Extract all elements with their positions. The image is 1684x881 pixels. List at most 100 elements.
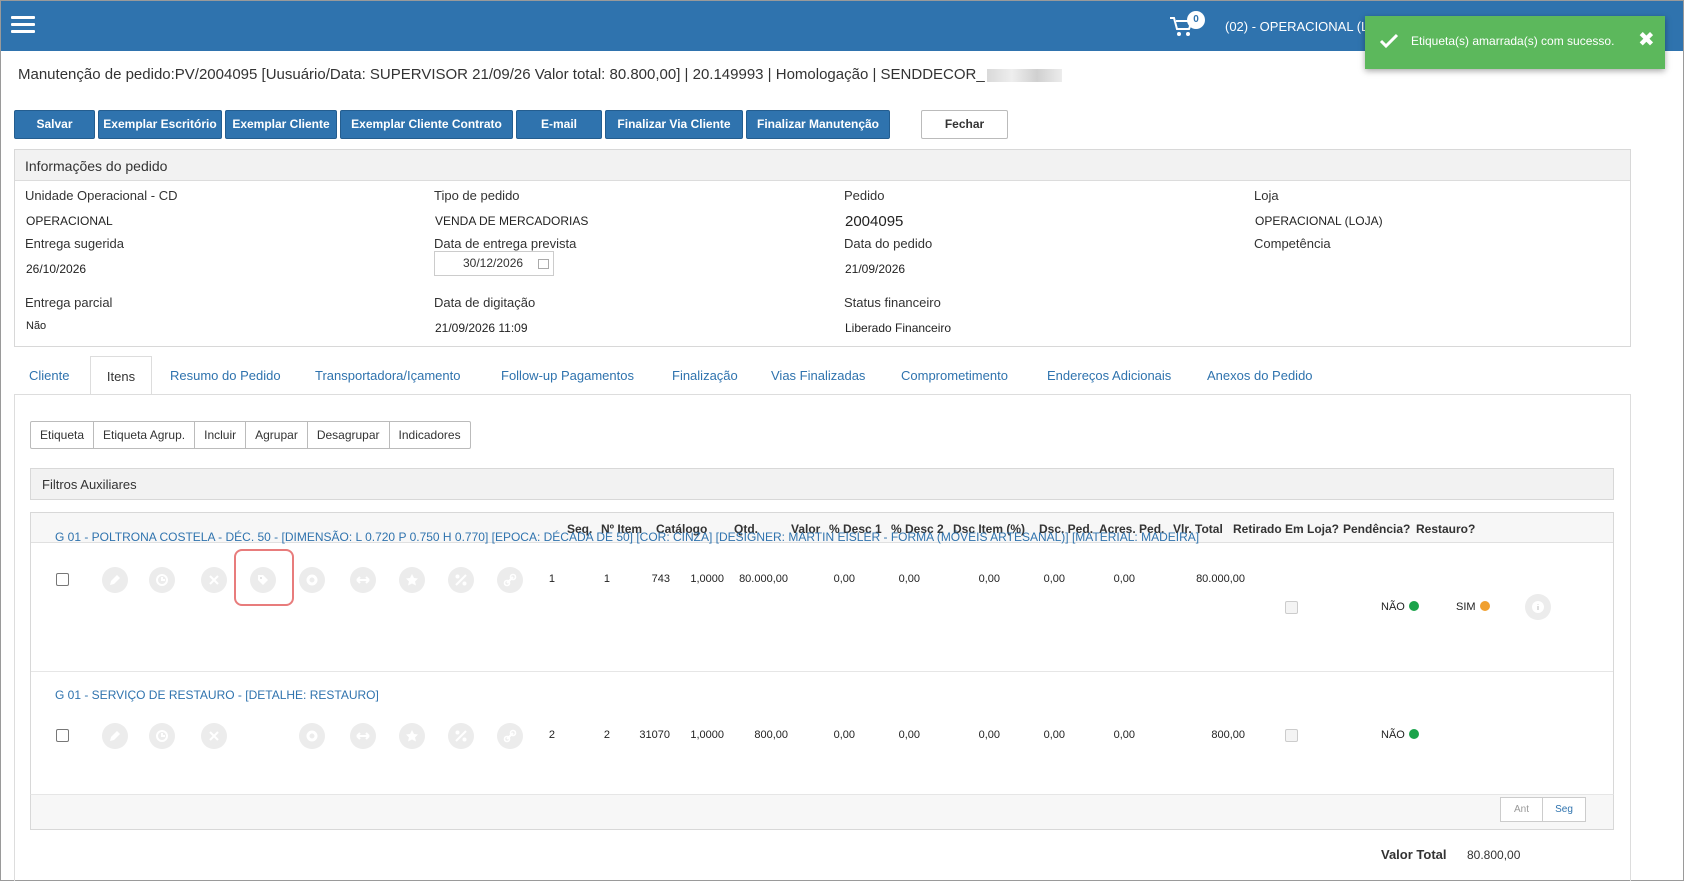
unidade-label: Unidade Operacional - CD (25, 188, 178, 203)
finalizar-manutencao-button[interactable]: Finalizar Manutenção (746, 110, 890, 139)
pagination: Ant Seg (1500, 797, 1586, 822)
row-1-valor: 80.000,00 (739, 573, 788, 585)
tab-comprometimento[interactable]: Comprometimento (901, 356, 1008, 395)
etiqueta-agrup-button[interactable]: Etiqueta Agrup. (94, 422, 196, 448)
page-title-text: Manutenção de pedido:PV/2004095 [Uusuári… (18, 66, 985, 83)
success-toast: Etiqueta(s) amarrada(s) com sucesso. ✖ (1365, 16, 1665, 69)
entrega-sugerida-value: 26/10/2026 (26, 262, 87, 276)
tab-resumo[interactable]: Resumo do Pedido (170, 356, 281, 395)
row-1-total: 80.000,00 (1196, 573, 1245, 585)
row-1-info-icon[interactable] (1525, 594, 1551, 620)
col-restauro[interactable]: Restauro? (1416, 522, 1475, 536)
col-pendencia[interactable]: Pendência? (1343, 522, 1410, 536)
data-pedido-value: 21/09/2026 (845, 262, 906, 276)
status-financeiro-value: Liberado Financeiro (845, 321, 952, 335)
close-button[interactable]: Fechar (921, 110, 1008, 139)
tab-anexos[interactable]: Anexos do Pedido (1207, 356, 1313, 395)
row-2-percent-icon[interactable] (448, 723, 474, 749)
tipo-value: VENDA DE MERCADORIAS (435, 214, 589, 228)
row-2-qtd: 1,0000 (690, 729, 724, 741)
row-2-history-icon[interactable] (149, 723, 175, 749)
row-2-star-icon[interactable] (399, 723, 425, 749)
row-1-tag-icon[interactable] (250, 567, 276, 593)
email-button[interactable]: E-mail (516, 110, 602, 139)
row-2-dsc-item: 0,00 (978, 729, 1000, 741)
prev-page-button[interactable]: Ant (1501, 798, 1543, 821)
order-info-header: Informações do pedido (15, 150, 1630, 181)
row-1-checkbox[interactable] (56, 573, 69, 586)
grid-footer (30, 794, 1614, 830)
tab-finalizacao[interactable]: Finalização (672, 356, 738, 395)
finalizar-via-cliente-button[interactable]: Finalizar Via Cliente (605, 110, 743, 139)
exemplar-escritorio-button[interactable]: Exemplar Escritório (98, 110, 222, 139)
row-2-checkbox[interactable] (56, 729, 69, 742)
etiqueta-button[interactable]: Etiqueta (31, 422, 95, 448)
row-2-title[interactable]: G 01 - SERVIÇO DE RESTAURO - [DETALHE: R… (55, 688, 379, 702)
row-1-title[interactable]: G 01 - POLTRONA COSTELA - DÉC. 50 - [DIM… (55, 530, 1199, 544)
indicadores-button[interactable]: Indicadores (390, 422, 470, 448)
tab-enderecos[interactable]: Endereços Adicionais (1047, 356, 1171, 395)
row-1-restauro: SIM (1456, 601, 1490, 613)
col-retirado[interactable]: Retirado Em Loja? (1233, 522, 1339, 536)
tab-bar: Cliente Itens Resumo do Pedido Transport… (14, 356, 1631, 395)
tipo-label: Tipo de pedido (434, 188, 520, 203)
save-button[interactable]: Salvar (14, 110, 95, 139)
row-1-history-icon[interactable] (149, 567, 175, 593)
total-label: Valor Total (1381, 847, 1447, 862)
row-1-settings-icon[interactable] (299, 567, 325, 593)
row-1-remove-icon[interactable] (201, 567, 227, 593)
hamburger-menu-icon[interactable] (11, 16, 35, 34)
row-1-catalogo: 743 (651, 573, 670, 585)
tab-vias[interactable]: Vias Finalizadas (771, 356, 865, 395)
pedido-value: 2004095 (845, 213, 904, 230)
cart-count-badge: 0 (1187, 11, 1205, 29)
delivery-date-value: 30/12/2026 (463, 256, 524, 270)
operational-unit-label[interactable]: (02) - OPERACIONAL (L (1225, 19, 1368, 34)
row-2-settings-icon[interactable] (299, 723, 325, 749)
delivery-date-input[interactable]: 30/12/2026 (434, 251, 554, 276)
row-1-star-icon[interactable] (399, 567, 425, 593)
row-1-qtd: 1,0000 (690, 573, 724, 585)
row-2-remove-icon[interactable] (201, 723, 227, 749)
row-1-dsc-ped: 0,00 (1043, 573, 1065, 585)
row-1-link-icon[interactable] (497, 567, 523, 593)
row-2-pendencia: NÃO (1381, 729, 1419, 741)
tab-transportadora[interactable]: Transportadora/Içamento (315, 356, 460, 395)
desagrupar-button[interactable]: Desagrupar (308, 422, 390, 448)
next-page-button[interactable]: Seg (1543, 798, 1585, 821)
data-pedido-label: Data do pedido (844, 236, 933, 251)
row-1-pendencia: NÃO (1381, 601, 1419, 613)
tab-followup[interactable]: Follow-up Pagamentos (501, 356, 634, 395)
row-2-retirado-checkbox[interactable] (1285, 729, 1298, 742)
agrupar-button[interactable]: Agrupar (246, 422, 308, 448)
row-2-desc2: 0,00 (898, 729, 920, 741)
row-2-edit-icon[interactable] (102, 723, 128, 749)
entrega-prevista-label: Data de entrega prevista (434, 236, 577, 251)
tab-cliente[interactable]: Cliente (29, 356, 69, 395)
total-value: 80.800,00 (1467, 848, 1521, 862)
row-2-link-icon[interactable] (497, 723, 523, 749)
row-1-dsc-item: 0,00 (978, 573, 1000, 585)
row-1-edit-icon[interactable] (102, 567, 128, 593)
row-2-arrows-icon[interactable] (350, 723, 376, 749)
filtros-auxiliares-panel[interactable]: Filtros Auxiliares (30, 468, 1614, 500)
incluir-button[interactable]: Incluir (195, 422, 247, 448)
entrega-sugerida-label: Entrega sugerida (25, 236, 125, 251)
row-1-retirado-checkbox[interactable] (1285, 601, 1298, 614)
row-2-dsc-ped: 0,00 (1043, 729, 1065, 741)
calendar-icon[interactable] (538, 259, 549, 269)
row-1-item: 1 (603, 573, 610, 585)
exemplar-cliente-contrato-button[interactable]: Exemplar Cliente Contrato (340, 110, 513, 139)
competencia-label: Competência (1254, 236, 1331, 251)
exemplar-cliente-button[interactable]: Exemplar Cliente (225, 110, 337, 139)
pedido-label: Pedido (844, 188, 885, 203)
close-icon[interactable]: ✖ (1638, 30, 1655, 50)
row-1-arrows-icon[interactable] (350, 567, 376, 593)
row-1-percent-icon[interactable] (448, 567, 474, 593)
redacted-blur (986, 68, 1062, 82)
row-2-acres: 0,00 (1113, 729, 1135, 741)
row-2-pendencia-text: NÃO (1381, 729, 1405, 741)
unidade-value: OPERACIONAL (26, 214, 113, 228)
tab-itens[interactable]: Itens (90, 356, 152, 395)
digitacao-value: 21/09/2026 11:09 (435, 321, 528, 335)
